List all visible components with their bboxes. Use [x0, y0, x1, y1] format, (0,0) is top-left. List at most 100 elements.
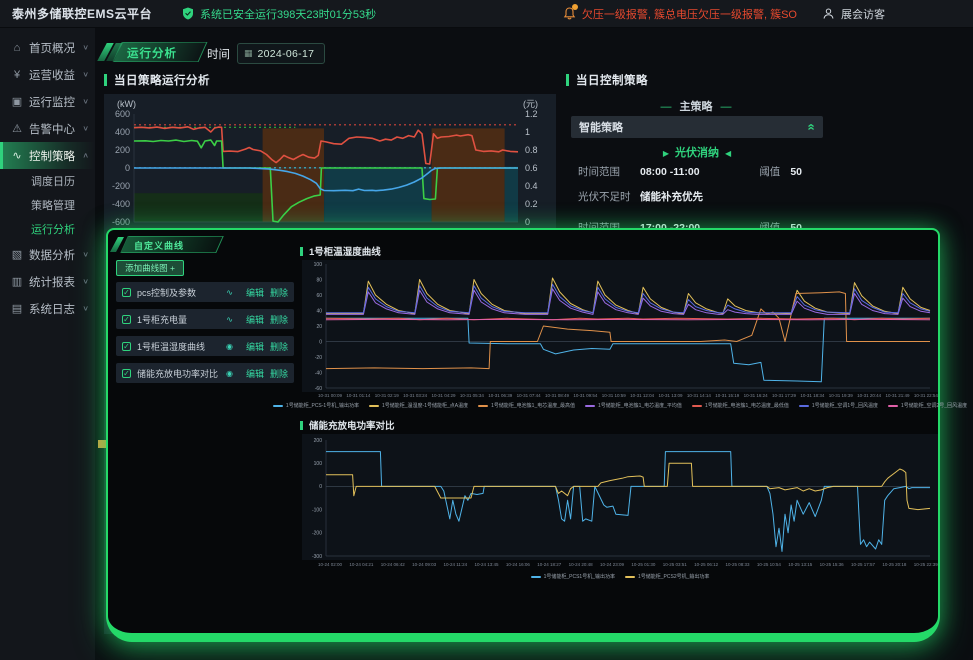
- svg-text:-60: -60: [315, 386, 322, 392]
- sidebar-item-analysis[interactable]: ▧数据分析∨: [0, 241, 95, 268]
- curve-list-item[interactable]: ✓ 1号柜充电量 ∿ 编辑 删除: [116, 309, 294, 329]
- curve-list-item[interactable]: ✓ pcs控制及参数 ∿ 编辑 删除: [116, 282, 294, 302]
- monitor-icon: ▣: [10, 95, 24, 108]
- screen: 泰州多储联控EMS云平台 系统已安全运行398天23时01分53秒 欠压一级报警…: [0, 0, 973, 660]
- legend-item[interactable]: 1号储能柜_电池簇1_电芯温度_最高值: [478, 402, 575, 409]
- sidebar-item-log[interactable]: ▤系统日志∨: [0, 295, 95, 322]
- sidebar-item-revenue[interactable]: ¥运营收益∨: [0, 61, 95, 88]
- edit-link[interactable]: 编辑: [246, 313, 264, 326]
- checkbox-checked[interactable]: ✓: [122, 369, 131, 378]
- sidebar-subitem[interactable]: 调度日历: [0, 169, 95, 193]
- svg-text:-300: -300: [312, 554, 322, 560]
- analysis-icon: ▧: [10, 248, 24, 261]
- custom-curve-modal: 自定义曲线 添加曲线图 + ✓ pcs控制及参数 ∿ 编辑 删除 ✓ 1号柜充电…: [106, 228, 940, 642]
- legend-item[interactable]: 1号储能柜_空调1号_回风温度: [799, 402, 878, 409]
- edit-link[interactable]: 编辑: [246, 286, 264, 299]
- legend-item[interactable]: 1号储能柜_空调2号_回风温度: [888, 402, 967, 409]
- svg-text:-600: -600: [112, 217, 130, 227]
- curve-list-item[interactable]: ✓ 储能充放电功率对比 ◉ 编辑 删除: [116, 363, 294, 383]
- strategy-row: 时间范围 08:00 -11:00 阈值 50: [578, 164, 828, 179]
- edit-link[interactable]: 编辑: [246, 340, 264, 353]
- alert-ticker[interactable]: 欠压一级报警, 簇总电压欠压一级报警, 簇SO: [582, 6, 797, 22]
- strategy-panel-title: 当日策略运行分析: [114, 72, 210, 88]
- title-accent-bar: [300, 421, 303, 430]
- svg-text:100: 100: [314, 262, 323, 268]
- checkbox-checked[interactable]: ✓: [122, 315, 131, 324]
- tab-run-analysis-label[interactable]: 运行分析: [127, 45, 177, 61]
- log-icon: ▤: [10, 302, 24, 315]
- strategy-icon: ∿: [10, 149, 24, 162]
- smart-strategy-label: 智能策略: [579, 119, 808, 135]
- checkbox-checked[interactable]: ✓: [122, 288, 131, 297]
- svg-text:0.6: 0.6: [525, 163, 538, 173]
- svg-text:0: 0: [319, 484, 322, 490]
- svg-text:1: 1: [525, 127, 530, 137]
- delete-link[interactable]: 删除: [270, 367, 288, 380]
- right-triangle-icon: ◀: [725, 149, 731, 158]
- dash-decoration: —: [661, 101, 672, 113]
- alarm-badge: [572, 4, 578, 10]
- chevron-icon: ∨: [82, 250, 89, 259]
- svg-text:0: 0: [319, 339, 322, 345]
- sidebar: ⌂首页概况∨¥运营收益∨▣运行监控∨⚠告警中心∨∿控制策略∧调度日历策略管理运行…: [0, 28, 95, 660]
- date-picker[interactable]: ▦ 2024-06-17: [237, 43, 325, 64]
- shield-icon: [182, 7, 194, 20]
- curve-icon: ∿: [226, 315, 233, 324]
- curve-list-item[interactable]: ✓ 1号柜温湿度曲线 ◉ 编辑 删除: [116, 336, 294, 356]
- delete-link[interactable]: 删除: [270, 313, 288, 326]
- app-title: 泰州多储联控EMS云平台: [12, 5, 152, 22]
- delete-link[interactable]: 删除: [270, 340, 288, 353]
- legend-marker: [478, 405, 488, 407]
- pv-mode-title: ▶光伏消纳◀: [571, 144, 823, 160]
- curve-icon: ∿: [226, 288, 233, 297]
- eye-icon[interactable]: ◉: [226, 342, 233, 351]
- svg-text:80: 80: [316, 277, 322, 283]
- sidebar-item-home[interactable]: ⌂首页概况∨: [0, 34, 95, 61]
- legend-item[interactable]: 1号储能柜_电池簇1_电芯温度_平均值: [585, 402, 682, 409]
- sidebar-subitem[interactable]: 策略管理: [0, 193, 95, 217]
- sidebar-item-monitor[interactable]: ▣运行监控∨: [0, 88, 95, 115]
- date-value: 2024-06-17: [258, 48, 315, 60]
- sidebar-item-report[interactable]: ▥统计报表∨: [0, 268, 95, 295]
- chevron-icon: ∨: [82, 43, 89, 52]
- svg-text:0: 0: [125, 163, 130, 173]
- svg-text:200: 200: [314, 438, 323, 444]
- legend-item[interactable]: 1号储能柜_PCS-1号机_输出功率: [273, 402, 359, 409]
- svg-text:200: 200: [115, 145, 130, 155]
- strategy-panel-title-row: 当日策略运行分析: [104, 72, 210, 88]
- home-icon: ⌂: [10, 42, 24, 54]
- alarm-icon: ⚠: [10, 122, 24, 135]
- modal-tab-label: 自定义曲线: [134, 239, 184, 252]
- power-chart-title: 储能充放电功率对比: [309, 418, 395, 432]
- collapse-icon[interactable]: «: [806, 123, 816, 130]
- report-icon: ▥: [10, 275, 24, 288]
- svg-text:(kW): (kW): [117, 99, 136, 109]
- add-curve-button[interactable]: 添加曲线图 +: [116, 260, 184, 276]
- svg-text:0: 0: [525, 217, 530, 227]
- svg-text:1.2: 1.2: [525, 109, 538, 119]
- svg-text:20: 20: [316, 324, 322, 330]
- chevron-icon: ∨: [82, 124, 89, 133]
- legend-item[interactable]: 1号储能柜_PCS1号机_输出功率: [531, 573, 615, 580]
- delete-link[interactable]: 删除: [270, 286, 288, 299]
- username[interactable]: 展会访客: [841, 6, 885, 22]
- calendar-icon: ▦: [244, 48, 253, 59]
- checkbox-checked[interactable]: ✓: [122, 342, 131, 351]
- svg-text:-100: -100: [312, 507, 322, 513]
- legend-item[interactable]: 1号储能柜_PCS2号机_输出功率: [625, 573, 709, 580]
- main-strategy-group-title: —主策略—: [566, 98, 826, 114]
- svg-text:-200: -200: [112, 181, 130, 191]
- temp-chart-title-row: 1号柜温湿度曲线: [300, 244, 381, 258]
- eye-icon[interactable]: ◉: [226, 369, 233, 378]
- legend-marker: [585, 405, 595, 407]
- edit-link[interactable]: 编辑: [246, 367, 264, 380]
- legend-item[interactable]: 1号储能柜_电池簇1_电芯温度_最低值: [692, 402, 789, 409]
- title-accent-bar: [566, 74, 569, 86]
- legend-item[interactable]: 1号储能柜_温湿度-1号储能柜_点A温度: [369, 402, 468, 409]
- sidebar-item-strategy[interactable]: ∿控制策略∧: [0, 142, 95, 169]
- alarm-bell-icon[interactable]: [563, 7, 576, 20]
- sidebar-item-alarm[interactable]: ⚠告警中心∨: [0, 115, 95, 142]
- smart-strategy-header[interactable]: 智能策略 «: [571, 116, 823, 138]
- power-chart-title-row: 储能充放电功率对比: [300, 418, 395, 432]
- sidebar-subitem[interactable]: 运行分析: [0, 217, 95, 241]
